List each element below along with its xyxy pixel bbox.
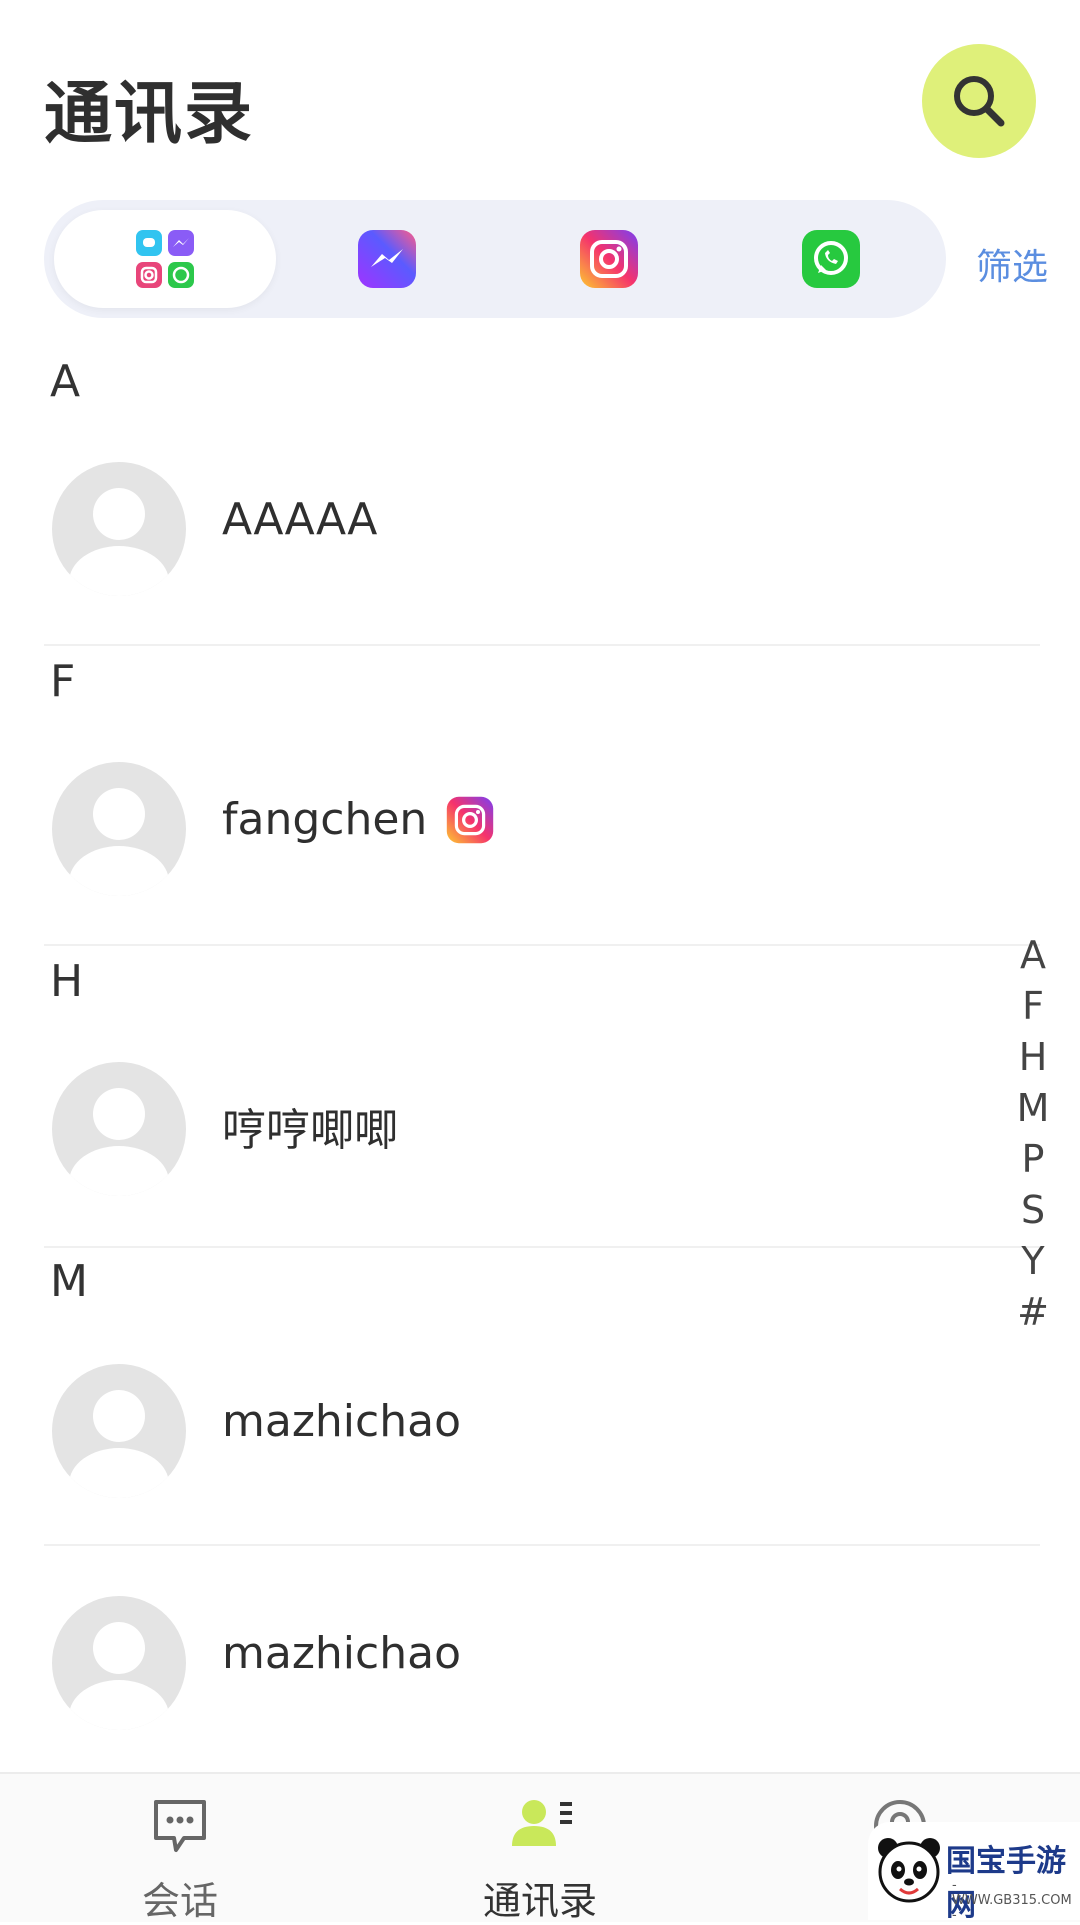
filter-button[interactable]: 筛选 bbox=[976, 238, 1048, 290]
default-avatar-icon bbox=[69, 788, 169, 896]
search-button[interactable] bbox=[922, 44, 1036, 158]
list-item[interactable]: mazhichao bbox=[0, 1344, 1080, 1504]
alphabet-index: A F H M P S Y # bbox=[1012, 930, 1054, 1338]
alpha-index-item[interactable]: # bbox=[1012, 1287, 1054, 1338]
header: 通讯录 bbox=[0, 0, 1080, 190]
watermark: 国宝手游网 - WWW.GB315.COM - bbox=[868, 1822, 1080, 1923]
alpha-index-item[interactable]: P bbox=[1012, 1134, 1054, 1185]
alpha-index-item[interactable]: M bbox=[1012, 1083, 1054, 1134]
tab-instagram[interactable] bbox=[498, 210, 720, 308]
list-item[interactable]: 哼哼唧唧 bbox=[0, 1042, 1080, 1202]
search-icon bbox=[954, 76, 1005, 127]
platform-filter-bar bbox=[44, 200, 946, 318]
tab-chats[interactable]: 会话 bbox=[0, 1774, 360, 1923]
contact-name: AAAAA bbox=[222, 494, 378, 545]
tab-all-apps[interactable] bbox=[54, 210, 276, 308]
divider bbox=[44, 1544, 1040, 1546]
tab-whatsapp[interactable] bbox=[720, 210, 942, 308]
watermark-subtitle: - WWW.GB315.COM - bbox=[952, 1878, 1072, 1923]
avatar bbox=[52, 462, 186, 596]
all-apps-icon bbox=[136, 230, 194, 288]
alpha-index-item[interactable]: F bbox=[1012, 981, 1054, 1032]
contact-name: fangchen bbox=[222, 794, 428, 845]
contact-name: mazhichao bbox=[222, 1628, 461, 1679]
contact-name: 哼哼唧唧 bbox=[222, 1105, 398, 1156]
contact-name: mazhichao bbox=[222, 1396, 461, 1447]
whatsapp-icon bbox=[802, 230, 860, 288]
divider bbox=[44, 1246, 1040, 1248]
contacts-icon bbox=[512, 1800, 572, 1846]
alpha-index-item[interactable]: A bbox=[1012, 930, 1054, 981]
tab-messenger[interactable] bbox=[276, 210, 498, 308]
panda-logo-icon bbox=[878, 1838, 940, 1903]
instagram-icon bbox=[446, 796, 494, 844]
tab-contacts[interactable]: 通讯录 bbox=[360, 1774, 720, 1923]
list-item[interactable]: mazhichao bbox=[0, 1576, 1080, 1736]
list-item[interactable]: fangchen bbox=[0, 742, 1080, 902]
nav-label: 通讯录 bbox=[482, 1879, 597, 1923]
avatar bbox=[52, 1062, 186, 1196]
instagram-icon bbox=[580, 230, 638, 288]
section-header: A bbox=[50, 356, 81, 407]
section-header: M bbox=[50, 1256, 88, 1307]
chat-icon bbox=[154, 1800, 206, 1852]
alpha-index-item[interactable]: H bbox=[1012, 1032, 1054, 1083]
avatar bbox=[52, 1596, 186, 1730]
page-title: 通讯录 bbox=[44, 75, 255, 154]
divider bbox=[44, 944, 1040, 946]
alpha-index-item[interactable]: S bbox=[1012, 1185, 1054, 1236]
avatar bbox=[52, 762, 186, 896]
section-header: H bbox=[50, 956, 84, 1007]
default-avatar-icon bbox=[69, 1622, 169, 1730]
messenger-icon bbox=[358, 230, 416, 288]
default-avatar-icon bbox=[69, 1390, 169, 1498]
default-avatar-icon bbox=[69, 488, 169, 596]
avatar bbox=[52, 1364, 186, 1498]
alpha-index-item[interactable]: Y bbox=[1012, 1236, 1054, 1287]
list-item[interactable]: AAAAA bbox=[0, 442, 1080, 602]
section-header: F bbox=[50, 656, 76, 707]
divider bbox=[44, 644, 1040, 646]
nav-label: 会话 bbox=[141, 1879, 218, 1923]
default-avatar-icon bbox=[69, 1088, 169, 1196]
